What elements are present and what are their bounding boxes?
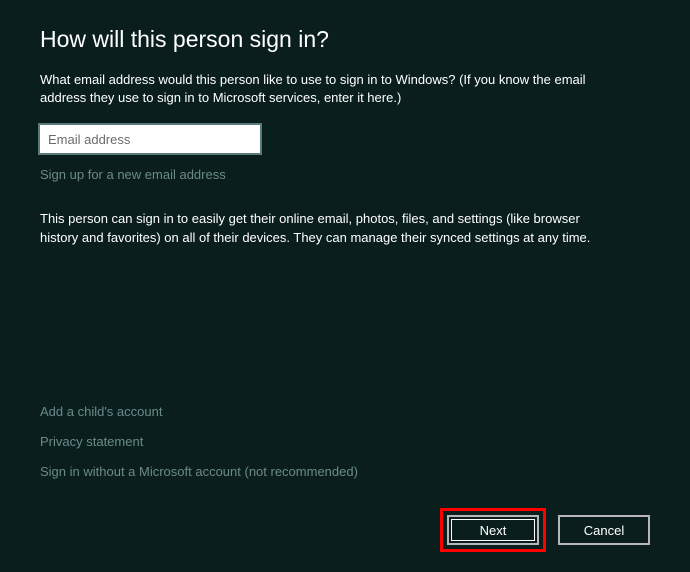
email-field[interactable] (40, 125, 260, 153)
description-text: What email address would this person lik… (40, 71, 610, 107)
button-row: Next Cancel (440, 508, 650, 552)
bottom-links-section: Add a child's account Privacy statement … (40, 404, 358, 494)
next-button[interactable]: Next (447, 515, 539, 545)
next-button-highlight: Next (440, 508, 546, 552)
signup-link[interactable]: Sign up for a new email address (40, 167, 650, 182)
dialog-container: How will this person sign in? What email… (0, 0, 690, 572)
add-child-link[interactable]: Add a child's account (40, 404, 358, 419)
no-ms-account-link[interactable]: Sign in without a Microsoft account (not… (40, 464, 358, 479)
cancel-button[interactable]: Cancel (558, 515, 650, 545)
info-text: This person can sign in to easily get th… (40, 210, 620, 246)
page-title: How will this person sign in? (40, 26, 650, 53)
privacy-link[interactable]: Privacy statement (40, 434, 358, 449)
